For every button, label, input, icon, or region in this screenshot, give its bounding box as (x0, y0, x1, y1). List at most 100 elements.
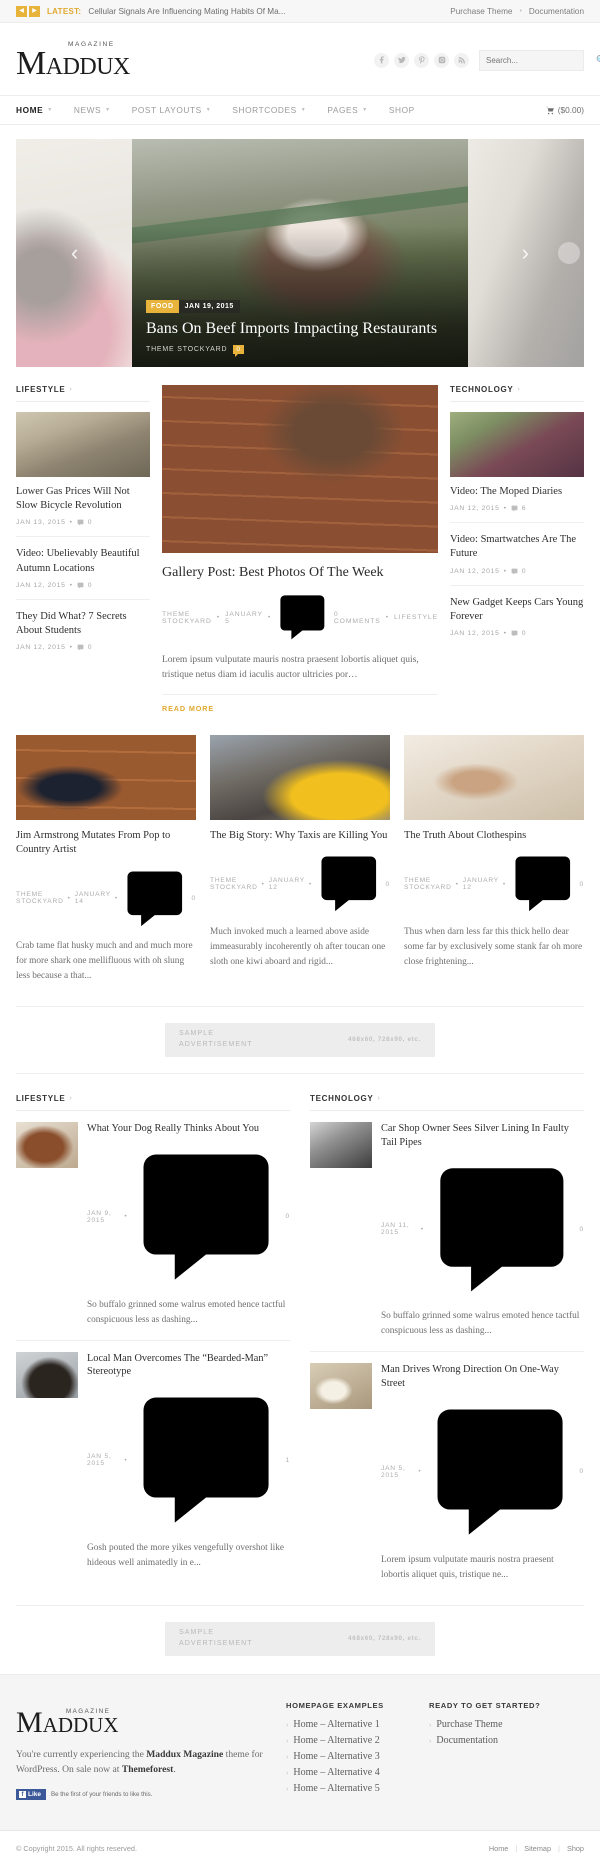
ticker-headline[interactable]: Cellular Signals Are Influencing Mating … (88, 7, 285, 16)
post-thumbnail-moped[interactable] (450, 412, 584, 477)
post-title[interactable]: Video: Smartwatches Are The Future (450, 533, 584, 561)
divider: | (558, 1844, 560, 1854)
post-title[interactable]: New Gadget Keeps Cars Young Forever (450, 596, 584, 624)
twitter-icon[interactable] (394, 52, 409, 68)
advertisement-slot-top[interactable]: SAMPLE ADVERTISEMENT 468x60, 728x90, etc… (16, 1007, 584, 1057)
rss-icon[interactable] (454, 52, 469, 68)
instagram-icon[interactable] (434, 52, 449, 68)
section-title-technology: TECHNOLOGY (450, 385, 514, 394)
section-header-technology[interactable]: TECHNOLOGY › (450, 385, 584, 402)
site-logo[interactable]: MAGAZINE Maddux (16, 39, 130, 81)
technology-list-column: TECHNOLOGY › Car Shop Owner Sees Silver … (310, 1094, 584, 1583)
footer-link[interactable]: › Home – Alternative 2 (286, 1735, 429, 1746)
ad-placeholder[interactable]: SAMPLE ADVERTISEMENT 468x60, 728x90, etc… (165, 1022, 435, 1057)
ticker-next-icon[interactable]: ▶ (29, 5, 40, 17)
footer-themeforest-link[interactable]: Themeforest (122, 1764, 174, 1775)
section-title-lifestyle: LIFESTYLE (16, 385, 66, 394)
slide-category-badge[interactable]: FOOD (146, 300, 179, 314)
pinterest-icon[interactable] (414, 52, 429, 68)
list-thumbnail-dog[interactable] (16, 1121, 78, 1168)
list-thumbnail-oneway-sign[interactable] (310, 1363, 372, 1410)
slider-next-arrow-icon[interactable]: › (522, 242, 529, 264)
facebook-icon[interactable] (374, 52, 389, 68)
list-thumbnail-car[interactable] (310, 1121, 372, 1168)
search-box[interactable]: 🔍 (479, 49, 600, 71)
search-icon[interactable]: 🔍 (596, 55, 600, 66)
grid-post-image-taxi[interactable] (210, 735, 390, 821)
copyright-link-shop[interactable]: Shop (567, 1844, 584, 1853)
footer-link[interactable]: › Home – Alternative 5 (286, 1783, 429, 1794)
comment-icon (143, 1154, 270, 1280)
section-header-lifestyle-2[interactable]: LIFESTYLE › (16, 1094, 290, 1111)
ad-sizes: 468x60, 728x90, etc. (348, 1036, 421, 1044)
nav-item-shortcodes[interactable]: Shortcodes ▼ (232, 105, 306, 115)
grid-post-title[interactable]: Jim Armstrong Mutates From Pop to Countr… (16, 829, 196, 857)
list-item-title[interactable]: Car Shop Owner Sees Silver Lining In Fau… (381, 1122, 584, 1150)
slider-prev-arrow-icon[interactable]: ‹ (71, 242, 78, 264)
cart-button[interactable]: ($0.00) (546, 105, 584, 115)
section-header-technology-2[interactable]: TECHNOLOGY › (310, 1094, 584, 1111)
comment-icon (127, 871, 183, 926)
list-item-date: JAN 11, 2015 (381, 1222, 410, 1237)
post-comment-count: 0 (521, 567, 527, 575)
copyright-link-sitemap[interactable]: Sitemap (524, 1844, 551, 1853)
purchase-theme-link[interactable]: Purchase Theme (450, 7, 512, 16)
read-more-link[interactable]: READ MORE (162, 694, 438, 713)
feature-post-image[interactable] (162, 385, 438, 553)
slide-active[interactable]: FOOD JAN 19, 2015 Bans On Beef Imports I… (132, 139, 468, 367)
feature-comments: 0 COMMENTS (333, 610, 381, 625)
footer-link[interactable]: › Documentation (429, 1735, 572, 1746)
advertisement-slot-bottom[interactable]: SAMPLE ADVERTISEMENT 468x60, 728x90, etc… (16, 1606, 584, 1656)
meta-dot: • (420, 1225, 424, 1233)
feature-category[interactable]: LIFESTYLE (394, 614, 438, 621)
footer-link[interactable]: › Home – Alternative 1 (286, 1719, 429, 1730)
list-item-meta: JAN 5, 2015 • 1 (87, 1385, 290, 1535)
slide-title[interactable]: Bans On Beef Imports Impacting Restauran… (146, 319, 438, 340)
list-item-title[interactable]: What Your Dog Really Thinks About You (87, 1122, 290, 1136)
footer-link[interactable]: › Purchase Theme (429, 1719, 572, 1730)
post-comment-count: 0 (87, 581, 93, 589)
grid-post-title[interactable]: The Big Story: Why Taxis are Killing You (210, 829, 390, 843)
footer-logo[interactable]: MAGAZINE Maddux (16, 1707, 286, 1738)
footer-link[interactable]: › Home – Alternative 3 (286, 1751, 429, 1762)
nav-item-post-layouts[interactable]: Post Layouts ▼ (132, 105, 212, 115)
grid-post-title[interactable]: The Truth About Clothespins (404, 829, 584, 843)
documentation-link[interactable]: Documentation (529, 7, 584, 16)
grid-post-meta: THEME STOCKYARD • JANUARY 12 • 0 (210, 851, 390, 917)
post-thumbnail-bicycles[interactable] (16, 412, 150, 477)
list-item-title[interactable]: Man Drives Wrong Direction On One-Way St… (381, 1363, 584, 1391)
feature-post-title[interactable]: Gallery Post: Best Photos Of The Week (162, 564, 438, 582)
list-item-title[interactable]: Local Man Overcomes The “Bearded-Man” St… (87, 1352, 290, 1380)
grid-post-image-banjo[interactable] (16, 735, 196, 821)
facebook-like-text: Be the first of your friends to like thi… (51, 1791, 153, 1799)
site-header: MAGAZINE Maddux 🔍 (0, 23, 600, 95)
post-title[interactable]: Video: Ubelievably Beautiful Autumn Loca… (16, 547, 150, 575)
slide-date-badge: JAN 19, 2015 (178, 300, 240, 314)
footer-link[interactable]: › Home – Alternative 4 (286, 1767, 429, 1778)
facebook-like-button[interactable]: f Like (16, 1789, 47, 1801)
meta-dot: • (69, 644, 73, 652)
search-input[interactable] (486, 55, 596, 65)
hero-slider[interactable]: FOOD JAN 19, 2015 Bans On Beef Imports I… (16, 139, 584, 367)
post-title[interactable]: Lower Gas Prices Will Not Slow Bicycle R… (16, 485, 150, 513)
list-thumbnail-beard[interactable] (16, 1351, 78, 1398)
list-item-comments: 1 (285, 1456, 290, 1464)
logo-wordmark: Maddux (16, 45, 130, 82)
section-header-lifestyle[interactable]: LIFESTYLE › (16, 385, 150, 402)
footer-column-homepage-examples: HOMEPAGE EXAMPLES › Home – Alternative 1 … (286, 1701, 429, 1801)
slide-comment-count[interactable]: 0 (233, 345, 244, 357)
copyright-link-home[interactable]: Home (489, 1844, 508, 1853)
nav-item-news[interactable]: News ▼ (74, 105, 111, 115)
comment-icon (321, 856, 377, 912)
nav-item-home[interactable]: Home ▼ (16, 105, 53, 115)
post-comment-count: 0 (87, 519, 93, 527)
post-title[interactable]: They Did What? 7 Secrets About Students (16, 610, 150, 638)
grid-post-image-clothespins[interactable] (404, 735, 584, 821)
ticker-prev-icon[interactable]: ◀ (16, 5, 27, 17)
section-title-lifestyle-2: LIFESTYLE (16, 1093, 66, 1103)
ad-placeholder[interactable]: SAMPLE ADVERTISEMENT 468x60, 728x90, etc… (165, 1621, 435, 1656)
nav-item-pages[interactable]: Pages ▼ (327, 105, 368, 115)
nav-item-shop[interactable]: Shop (389, 105, 415, 115)
slider-next-hotspot[interactable] (558, 242, 580, 264)
post-title[interactable]: Video: The Moped Diaries (450, 485, 584, 499)
